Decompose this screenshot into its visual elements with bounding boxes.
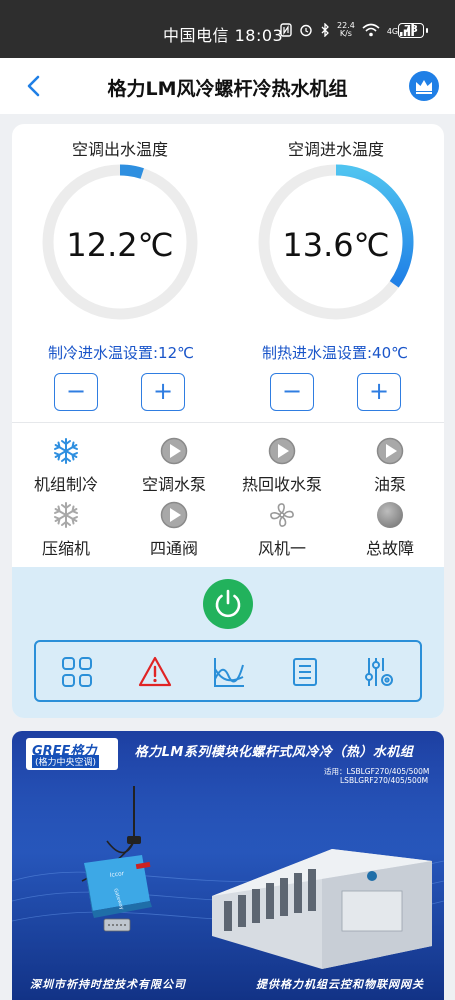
- status-label: 四通阀: [149, 539, 198, 558]
- vip-button[interactable]: [409, 71, 439, 101]
- fault-indicator-icon: [377, 502, 403, 528]
- status-label: 风机一: [257, 539, 306, 558]
- gree-logo: GREE格力 (格力中央空调): [26, 738, 118, 770]
- divider: [12, 422, 444, 423]
- status-label: 总故障: [365, 539, 414, 558]
- power-button[interactable]: [203, 579, 253, 629]
- records-button[interactable]: [288, 655, 322, 689]
- models-line-2: LSBLGRF270/405/500M: [340, 776, 429, 785]
- grid-icon: [62, 657, 92, 687]
- function-toolbar: [34, 640, 422, 702]
- status-bar: 中国电信 18:03 22.4 K/s 4G 73: [0, 0, 455, 58]
- status-compressor: 压缩机: [12, 501, 120, 559]
- play-icon: [160, 501, 188, 529]
- page-title: 格力LM风冷螺杆冷热水机组: [107, 78, 348, 100]
- banner-title: 格力LM系列模块化螺杆式风冷冷（热）水机组: [134, 745, 414, 760]
- alarm-icon: [300, 24, 312, 37]
- snowflake-icon: [54, 502, 78, 528]
- crown-icon: [416, 80, 432, 94]
- heating-decrease-button[interactable]: −: [270, 373, 314, 411]
- status-general-fault: 总故障: [336, 501, 444, 559]
- nfc-icon: [280, 23, 292, 37]
- inlet-temp-gauge: 13.6℃: [256, 162, 416, 322]
- net-speed-unit: K/s: [339, 29, 352, 38]
- play-icon: [160, 437, 188, 465]
- logo-subtitle: (格力中央空调): [32, 755, 100, 768]
- status-icons: 22.4 K/s 4G: [280, 22, 415, 38]
- status-heat-recovery-pump: 热回收水泵: [228, 437, 336, 495]
- control-panel: [12, 567, 444, 718]
- status-label: 油泵: [373, 475, 406, 494]
- network-type: 4G: [386, 27, 399, 36]
- heating-setpoint: 制热进水温设置:40℃: [262, 344, 408, 362]
- net-speed: 22.4 K/s: [337, 22, 355, 38]
- document-list-icon: [293, 658, 317, 686]
- inlet-temp-title: 空调进水温度: [287, 140, 384, 159]
- app-header: 格力LM风冷螺杆冷热水机组: [0, 58, 455, 114]
- status-fan-one: 风机一: [228, 501, 336, 559]
- trend-chart-button[interactable]: [212, 655, 246, 689]
- status-label: 热回收水泵: [241, 475, 322, 494]
- fan-icon: [270, 503, 294, 527]
- inlet-temp-value: 13.6℃: [282, 226, 390, 264]
- heating-increase-button[interactable]: +: [357, 373, 401, 411]
- status-label: 机组制冷: [33, 475, 98, 494]
- status-four-way-valve: 四通阀: [120, 501, 228, 559]
- outlet-temp-value: 12.2℃: [66, 226, 174, 264]
- warning-icon: [138, 656, 172, 687]
- status-label: 压缩机: [41, 539, 90, 558]
- outlet-temp-gauge: 12.2℃: [40, 162, 200, 322]
- status-unit-cooling: 机组制冷: [12, 437, 120, 495]
- grid-menu-button[interactable]: [60, 655, 94, 689]
- settings-button[interactable]: [362, 655, 396, 689]
- carrier-time: 中国电信 18:03: [163, 26, 284, 45]
- sliders-settings-icon: [365, 658, 393, 686]
- cooling-setpoint: 制冷进水温设置:12℃: [48, 344, 194, 362]
- status-label: 空调水泵: [141, 475, 206, 494]
- banner-company: 深圳市祈持时控技术有限公司: [30, 978, 186, 991]
- power-icon: [215, 589, 241, 618]
- models-line-1: 适用：LSBLGF270/405/500M: [324, 767, 430, 776]
- play-icon: [376, 437, 404, 465]
- snowflake-icon: [54, 438, 78, 464]
- wifi-icon: [362, 23, 380, 37]
- status-oil-pump: 油泵: [336, 437, 444, 495]
- banner-slogan: 提供格力机组云控和物联网网关: [256, 978, 424, 991]
- product-banner[interactable]: Iccor Gateway GREE格力 (格力中央空调) 格力LM系列模块化螺…: [12, 731, 444, 1000]
- outlet-temp-arc: [119, 164, 144, 179]
- bluetooth-icon: [321, 23, 329, 37]
- line-chart-icon: [214, 658, 244, 687]
- alarm-button[interactable]: [138, 655, 172, 689]
- cooling-increase-button[interactable]: +: [141, 373, 185, 411]
- status-ac-pump: 空调水泵: [120, 437, 228, 495]
- play-icon: [268, 437, 296, 465]
- control-card: 空调出水温度 12.2℃ 空调进水温度 13.6℃ 制冷进水温设置:12℃ 制热…: [12, 124, 444, 718]
- banner-models: 适用：LSBLGF270/405/500M LSBLGRF270/405/500…: [324, 767, 438, 785]
- cooling-decrease-button[interactable]: −: [54, 373, 98, 411]
- battery-indicator: 73: [398, 23, 428, 38]
- outlet-temp-title: 空调出水温度: [71, 140, 168, 159]
